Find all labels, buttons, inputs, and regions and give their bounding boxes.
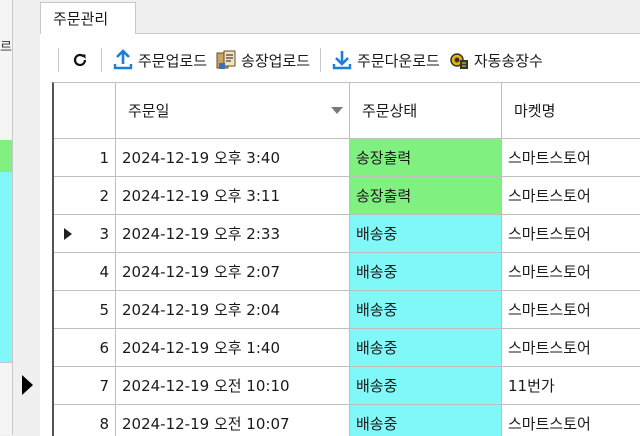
row-number-cell[interactable]: 8 (54, 405, 116, 436)
order-status-cell[interactable]: 배송중 (350, 253, 502, 291)
auto-invoice-icon (448, 49, 470, 71)
order-date-cell[interactable]: 2024-12-19 오후 2:07 (116, 253, 350, 291)
order-date-cell[interactable]: 2024-12-19 오후 2:33 (116, 215, 350, 253)
row-number: 1 (99, 148, 109, 167)
row-number: 8 (99, 414, 109, 433)
order-status-cell[interactable]: 송장출력 (350, 177, 502, 215)
left-panel: 르 (0, 0, 13, 435)
order-date-cell[interactable]: 2024-12-19 오전 10:10 (116, 367, 350, 405)
current-row-indicator-icon (64, 228, 72, 240)
row-header-corner[interactable] (54, 83, 116, 139)
market-name-cell[interactable]: 스마트스토어 (502, 405, 640, 436)
market-name-cell[interactable]: 스마트스토어 (502, 291, 640, 329)
column-header-order-date[interactable]: 주문일 (116, 83, 350, 139)
auto-invoice-button[interactable]: 자동송장수 (444, 45, 547, 75)
row-number-cell[interactable]: 1 (54, 139, 116, 177)
toolbar-separator (58, 48, 59, 72)
row-number: 5 (99, 300, 109, 319)
upload-invoice-button[interactable]: 송장업로드 (211, 45, 314, 75)
column-header-label: 마켓명 (514, 102, 556, 120)
upload-orders-label: 주문업로드 (138, 51, 208, 70)
tab-label: 주문관리 (53, 10, 109, 28)
market-name-cell[interactable]: 스마트스토어 (502, 215, 640, 253)
table-row[interactable]: 7 2024-12-19 오전 10:10 배송중 11번가 (54, 367, 640, 405)
row-number-cell[interactable]: 7 (54, 367, 116, 405)
row-number-cell[interactable]: 4 (54, 253, 116, 291)
order-status-cell[interactable]: 배송중 (350, 329, 502, 367)
download-orders-button[interactable]: 주문다운로드 (327, 45, 444, 75)
order-date-cell[interactable]: 2024-12-19 오후 1:40 (116, 329, 350, 367)
row-number: 7 (99, 376, 109, 395)
download-orders-label: 주문다운로드 (357, 51, 440, 70)
row-number-cell[interactable]: 2 (54, 177, 116, 215)
download-icon (331, 49, 353, 71)
table-row[interactable]: 1 2024-12-19 오후 3:40 송장출력 스마트스토어 (54, 139, 640, 177)
order-date-cell[interactable]: 2024-12-19 오후 3:11 (116, 177, 350, 215)
market-name-cell[interactable]: 스마트스토어 (502, 329, 640, 367)
order-date-cell[interactable]: 2024-12-19 오후 3:40 (116, 139, 350, 177)
order-status-cell[interactable]: 송장출력 (350, 139, 502, 177)
order-status-cell[interactable]: 배송중 (350, 405, 502, 436)
row-number-cell[interactable]: 3 (54, 215, 116, 253)
market-name-cell[interactable]: 스마트스토어 (502, 253, 640, 291)
left-panel-row[interactable] (0, 248, 12, 287)
upload-invoice-label: 송장업로드 (241, 51, 311, 70)
orders-grid: 주문일 주문상태 마켓명 1 2024-12-19 오후 3:40 송장출력 스마트스… (52, 82, 640, 436)
column-header-label: 주문일 (128, 102, 170, 120)
row-number-cell[interactable]: 5 (54, 291, 116, 329)
table-row[interactable]: 2 2024-12-19 오후 3:11 송장출력 스마트스토어 (54, 177, 640, 215)
order-date-cell[interactable]: 2024-12-19 오후 2:04 (116, 291, 350, 329)
table-row[interactable]: 8 2024-12-19 오전 10:07 배송중 스마트스토어 (54, 405, 640, 436)
market-name-cell[interactable]: 11번가 (502, 367, 640, 405)
tab-order-management[interactable]: 주문관리 (40, 2, 136, 34)
refresh-icon (69, 49, 91, 71)
table-row[interactable]: 6 2024-12-19 오후 1:40 배송중 스마트스토어 (54, 329, 640, 367)
table-row[interactable]: 3 2024-12-19 오후 2:33 배송중 스마트스토어 (54, 215, 640, 253)
left-panel-row[interactable] (0, 172, 12, 211)
market-name-cell[interactable]: 스마트스토어 (502, 139, 640, 177)
left-panel-label: 르 (0, 40, 12, 55)
refresh-button[interactable] (65, 45, 95, 75)
left-panel-row[interactable] (0, 140, 12, 173)
left-panel-row[interactable] (0, 286, 12, 325)
row-number: 6 (99, 338, 109, 357)
toolbar-separator (101, 48, 102, 72)
current-row-arrow-icon (22, 375, 33, 395)
row-number-cell[interactable]: 6 (54, 329, 116, 367)
left-panel-row[interactable] (0, 210, 12, 249)
auto-invoice-label: 자동송장수 (473, 51, 543, 70)
upload-icon (112, 49, 134, 71)
column-header-market-name[interactable]: 마켓명 (502, 83, 640, 139)
table-row[interactable]: 5 2024-12-19 오후 2:04 배송중 스마트스토어 (54, 291, 640, 329)
order-date-cell[interactable]: 2024-12-19 오전 10:07 (116, 405, 350, 436)
market-name-cell[interactable]: 스마트스토어 (502, 177, 640, 215)
sort-descending-icon (331, 107, 343, 114)
column-header-label: 주문상태 (362, 102, 418, 120)
left-panel-row[interactable] (0, 324, 12, 363)
row-number: 4 (99, 262, 109, 281)
row-number: 3 (99, 224, 109, 243)
order-status-cell[interactable]: 배송중 (350, 215, 502, 253)
row-number: 2 (99, 186, 109, 205)
grid-header-row: 주문일 주문상태 마켓명 (54, 83, 640, 139)
column-header-order-status[interactable]: 주문상태 (350, 83, 502, 139)
table-row[interactable]: 4 2024-12-19 오후 2:07 배송중 스마트스토어 (54, 253, 640, 291)
upload-orders-button[interactable]: 주문업로드 (108, 45, 211, 75)
order-status-cell[interactable]: 배송중 (350, 367, 502, 405)
order-status-cell[interactable]: 배송중 (350, 291, 502, 329)
invoice-upload-icon (215, 49, 237, 71)
toolbar: 주문업로드 송장업로드 주문다운로드 자동송장수 (52, 42, 640, 78)
toolbar-separator (320, 48, 322, 72)
